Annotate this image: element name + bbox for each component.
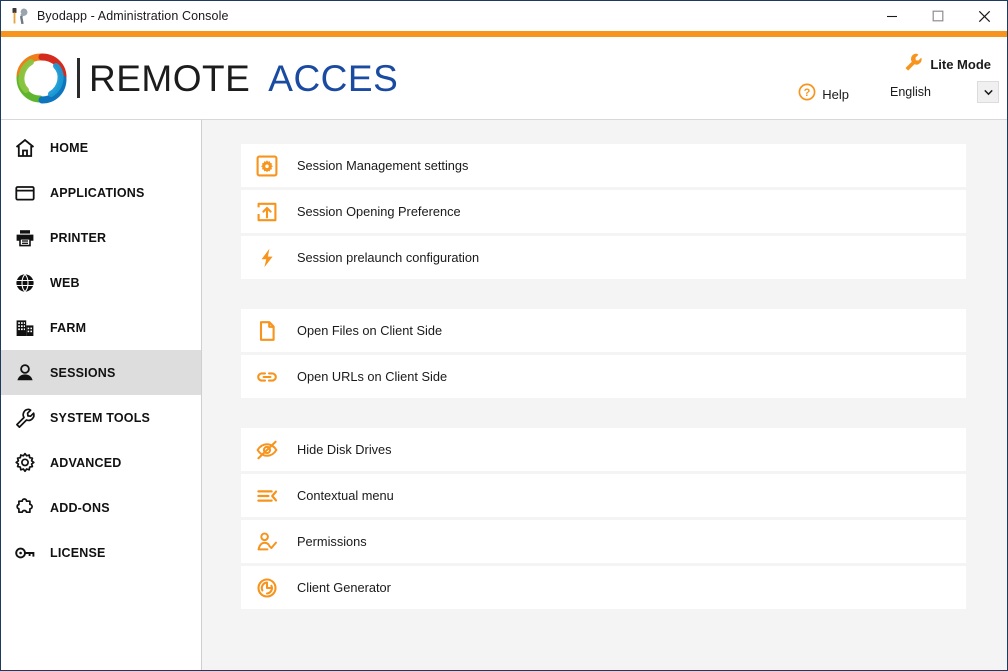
upload-in-square-icon (251, 196, 283, 228)
home-icon (11, 134, 39, 162)
key-icon (11, 539, 39, 567)
sidebar-label-add-ons: ADD-ONS (50, 500, 110, 515)
wrench-icon (902, 51, 924, 78)
window-title: Byodapp - Administration Console (37, 9, 229, 23)
gear-in-square-icon (251, 150, 283, 182)
title-bar: Byodapp - Administration Console (1, 1, 1007, 31)
wrench-icon (11, 404, 39, 432)
row-session-opening-preference[interactable]: Session Opening Preference (241, 190, 966, 233)
settings-group-restrictions: Hide Disk Drives Contextual menu Permiss… (241, 428, 966, 609)
help-label: Help (822, 87, 849, 102)
lightning-bolt-icon (251, 242, 283, 274)
row-label: Open Files on Client Side (297, 323, 443, 338)
sidebar: HOME APPLICATIONS PRINTER WEB FARM SESSI… (1, 119, 202, 670)
gear-icon (11, 449, 39, 477)
sidebar-item-printer[interactable]: PRINTER (1, 215, 201, 260)
client-generator-icon (251, 572, 283, 604)
row-session-prelaunch-configuration[interactable]: Session prelaunch configuration (241, 236, 966, 279)
sidebar-label-sessions: SESSIONS (50, 365, 116, 380)
row-contextual-menu[interactable]: Contextual menu (241, 474, 966, 517)
row-label: Hide Disk Drives (297, 442, 392, 457)
globe-icon (11, 269, 39, 297)
user-icon (11, 359, 39, 387)
language-selector[interactable]: English (881, 81, 999, 103)
brand-logo: REMOTE ACCES (13, 50, 398, 106)
row-label: Session Management settings (297, 158, 469, 173)
language-value: English (890, 85, 931, 99)
maximize-icon[interactable] (915, 1, 961, 31)
sidebar-label-license: LICENSE (50, 545, 106, 560)
sidebar-item-farm[interactable]: FARM (1, 305, 201, 350)
row-label: Session prelaunch configuration (297, 250, 480, 265)
question-circle-icon: ? (798, 83, 816, 106)
close-icon[interactable] (961, 1, 1007, 31)
chevron-down-icon[interactable] (977, 81, 999, 103)
logo-divider (77, 58, 80, 98)
sidebar-label-system-tools: SYSTEM TOOLS (50, 410, 151, 425)
link-icon (251, 361, 283, 393)
printer-icon (11, 224, 39, 252)
sidebar-label-home: HOME (50, 140, 89, 155)
menu-collapse-icon (251, 480, 283, 512)
sidebar-label-advanced: ADVANCED (50, 455, 122, 470)
puzzle-icon (11, 494, 39, 522)
sidebar-item-advanced[interactable]: ADVANCED (1, 440, 201, 485)
row-open-files-on-client-side[interactable]: Open Files on Client Side (241, 309, 966, 352)
building-icon (11, 314, 39, 342)
application-window: Byodapp - Administration Console REMOTE … (0, 0, 1008, 671)
sidebar-label-applications: APPLICATIONS (50, 185, 145, 200)
sidebar-label-farm: FARM (50, 320, 87, 335)
sidebar-item-license[interactable]: LICENSE (1, 530, 201, 575)
app-header: REMOTE ACCES Lite Mode ? Help English (1, 37, 1007, 119)
row-client-generator[interactable]: Client Generator (241, 566, 966, 609)
row-label: Open URLs on Client Side (297, 369, 448, 384)
row-open-urls-on-client-side[interactable]: Open URLs on Client Side (241, 355, 966, 398)
logo-secondary-text: ACCES (268, 57, 399, 99)
row-permissions[interactable]: Permissions (241, 520, 966, 563)
sidebar-item-system-tools[interactable]: SYSTEM TOOLS (1, 395, 201, 440)
lite-mode-label: Lite Mode (930, 57, 991, 72)
content-panel: Session Management settings Session Open… (202, 119, 1007, 670)
minimize-icon[interactable] (869, 1, 915, 31)
document-icon (251, 315, 283, 347)
row-label: Client Generator (297, 580, 391, 595)
settings-group-session: Session Management settings Session Open… (241, 144, 966, 279)
window-icon (11, 179, 39, 207)
help-button[interactable]: ? Help (798, 83, 849, 106)
sidebar-item-home[interactable]: HOME (1, 125, 201, 170)
tools-icon (9, 5, 31, 27)
window-controls (869, 1, 1007, 31)
swirl-logo-icon (13, 50, 69, 106)
sidebar-label-web: WEB (50, 275, 80, 290)
settings-group-client-side: Open Files on Client Side Open URLs on C… (241, 309, 966, 398)
sidebar-item-applications[interactable]: APPLICATIONS (1, 170, 201, 215)
row-session-management-settings[interactable]: Session Management settings (241, 144, 966, 187)
sidebar-item-add-ons[interactable]: ADD-ONS (1, 485, 201, 530)
eye-slash-icon (251, 434, 283, 466)
row-hide-disk-drives[interactable]: Hide Disk Drives (241, 428, 966, 471)
user-check-icon (251, 526, 283, 558)
sidebar-label-printer: PRINTER (50, 230, 107, 245)
row-label: Contextual menu (297, 488, 394, 503)
lite-mode-button[interactable]: Lite Mode (902, 51, 991, 78)
sidebar-item-sessions[interactable]: SESSIONS (1, 350, 201, 395)
body-area: HOME APPLICATIONS PRINTER WEB FARM SESSI… (1, 119, 1007, 670)
row-label: Permissions (297, 534, 367, 549)
sidebar-item-web[interactable]: WEB (1, 260, 201, 305)
logo-primary-text: REMOTE (89, 57, 251, 99)
row-label: Session Opening Preference (297, 204, 461, 219)
svg-text:?: ? (804, 87, 811, 99)
